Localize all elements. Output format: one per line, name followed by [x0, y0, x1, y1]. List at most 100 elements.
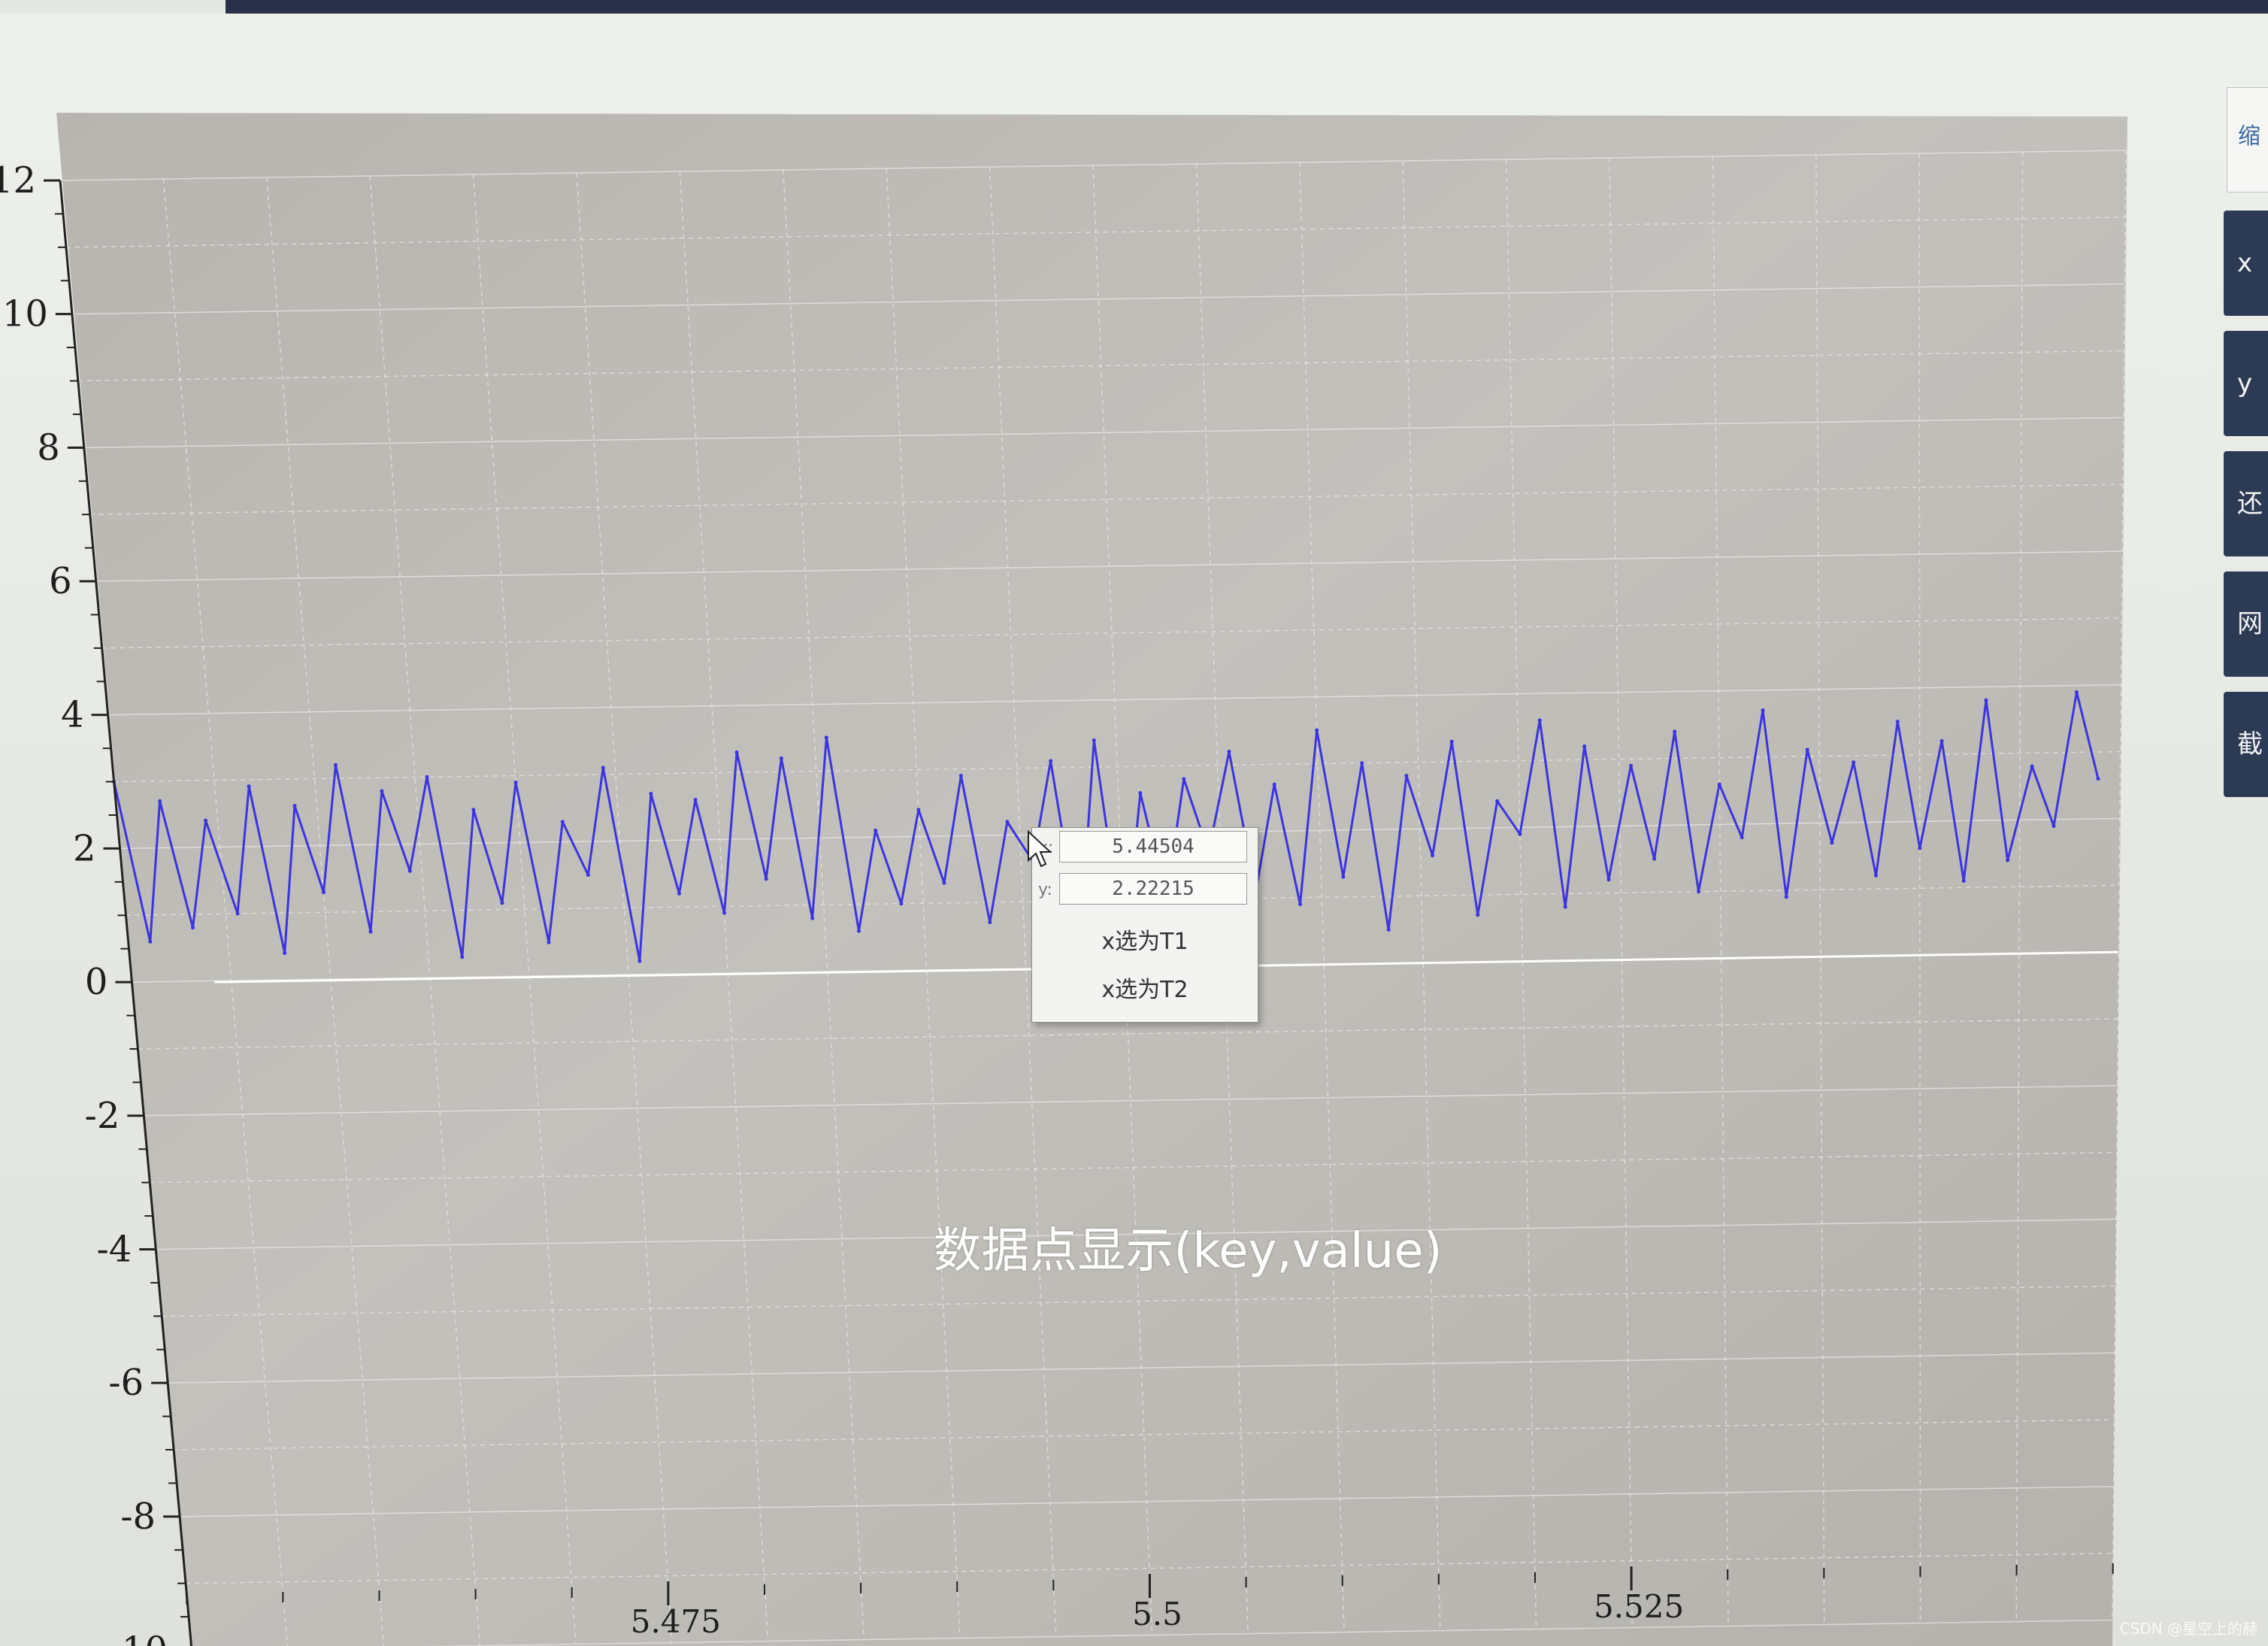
data-point — [899, 902, 904, 906]
data-point — [247, 784, 251, 789]
data-point — [425, 774, 429, 779]
side-toolbar: 缩 x缩 y缩 还 网 截 — [2216, 83, 2268, 1646]
y-value-row: y: 2.22215 — [1032, 870, 1258, 909]
data-point — [2051, 824, 2056, 829]
data-point — [779, 756, 783, 760]
data-point — [1652, 856, 1657, 861]
data-point — [560, 820, 565, 824]
screenshot-button[interactable]: 截 — [2224, 692, 2268, 797]
data-point — [677, 891, 682, 896]
y-zoom-button[interactable]: y缩 — [2224, 331, 2268, 436]
x-tick-label: 5.5 — [1132, 1596, 1182, 1632]
y-tick-label: -10 — [110, 1629, 168, 1646]
data-point — [500, 901, 504, 905]
y-tick-label: -8 — [120, 1496, 156, 1538]
data-point — [1895, 720, 1900, 724]
data-point — [824, 735, 828, 740]
line-chart[interactable]: 121086420-2-4-6-8-10 5.4755.55.525 — [0, 0, 2268, 1646]
grid-button[interactable]: 网 — [2224, 571, 2268, 677]
x-value-field[interactable]: 5.44504 — [1059, 831, 1247, 862]
data-point — [1784, 895, 1788, 899]
data-point — [2074, 690, 2079, 695]
y-tick-label: 2 — [73, 827, 96, 869]
data-point — [1495, 799, 1500, 803]
data-point — [1005, 820, 1010, 824]
data-point — [1629, 763, 1634, 768]
data-point — [2006, 858, 2010, 862]
data-point — [722, 911, 726, 915]
set-x-as-t2-menu-item[interactable]: x选为T2 — [1032, 969, 1258, 1011]
restore-button[interactable]: 还 — [2224, 451, 2268, 556]
x-tick-label: 5.475 — [631, 1603, 721, 1640]
data-point — [1431, 853, 1435, 858]
data-point — [1518, 832, 1522, 836]
data-point — [1761, 708, 1765, 713]
data-point — [637, 959, 642, 963]
data-point — [1360, 761, 1364, 765]
data-point — [601, 765, 605, 770]
y-tick-label: 4 — [61, 694, 84, 736]
data-point — [942, 881, 946, 885]
mouse-cursor-icon — [1028, 830, 1052, 868]
data-point-context-menu: x: 5.44504 y: 2.22215 x选为T1 x选为T2 — [1031, 827, 1258, 1023]
side-tab-zoom[interactable]: 缩 — [2227, 87, 2268, 192]
data-point — [2096, 777, 2100, 781]
data-point — [235, 911, 240, 916]
data-point — [513, 780, 518, 784]
y-value-field[interactable]: 2.22215 — [1059, 873, 1247, 905]
data-point — [874, 828, 878, 832]
set-x-as-t1-menu-item[interactable]: x选为T1 — [1032, 921, 1258, 963]
data-point — [810, 916, 815, 920]
data-point — [1315, 728, 1319, 732]
data-point — [380, 789, 384, 793]
data-point — [988, 920, 992, 925]
data-point — [1227, 750, 1231, 754]
data-point — [1563, 905, 1567, 909]
data-point — [148, 939, 153, 944]
data-point — [1138, 791, 1143, 796]
y-tick-label: 0 — [85, 961, 108, 1003]
y-tick-label: 8 — [37, 426, 60, 468]
data-point — [1341, 875, 1346, 879]
data-point — [471, 808, 476, 812]
data-point — [856, 929, 861, 933]
data-point — [1092, 738, 1096, 742]
y-tick-label: -2 — [85, 1095, 120, 1137]
data-point — [1852, 760, 1856, 765]
watermark: CSDN @星空上的赫 — [2119, 1620, 2257, 1638]
data-point — [460, 955, 465, 959]
data-point — [1918, 846, 1922, 850]
data-point — [1404, 774, 1409, 778]
x-zoom-button[interactable]: x缩 — [2224, 211, 2268, 316]
data-point — [1182, 777, 1186, 781]
data-point — [1873, 873, 1878, 878]
data-point — [1717, 782, 1721, 787]
data-point — [1697, 890, 1701, 894]
y-tick-label: 10 — [2, 293, 48, 335]
data-point — [1386, 927, 1391, 932]
data-point — [292, 804, 297, 808]
data-point — [204, 818, 208, 823]
data-point — [368, 929, 373, 934]
caption-overlay: 数据点显示(key,value) — [933, 1223, 1443, 1279]
data-point — [1740, 835, 1744, 840]
data-point — [1606, 878, 1611, 882]
x-tick-label: 5.525 — [1594, 1588, 1684, 1625]
data-point — [1805, 747, 1809, 752]
data-point — [2030, 764, 2034, 768]
data-point — [1272, 782, 1276, 787]
data-point — [764, 877, 768, 881]
y-tick-label: -6 — [108, 1362, 144, 1404]
data-point — [407, 868, 412, 873]
data-point — [1939, 738, 1944, 743]
data-point — [333, 762, 338, 767]
data-point — [322, 890, 326, 895]
data-point — [283, 950, 287, 955]
data-point — [547, 940, 551, 944]
data-point — [734, 750, 739, 754]
data-point — [916, 808, 921, 812]
y-label: y: — [1038, 881, 1052, 899]
data-point — [693, 798, 698, 802]
data-point — [1049, 759, 1053, 763]
data-point — [1582, 744, 1587, 748]
